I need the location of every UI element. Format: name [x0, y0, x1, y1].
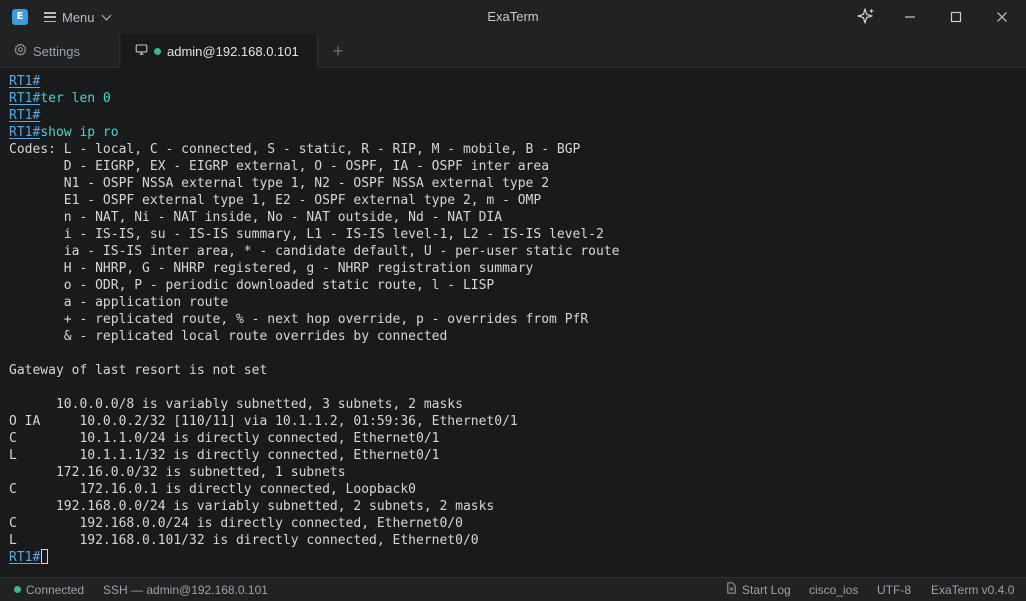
terminal-text: a - application route [9, 295, 229, 310]
terminal-text: i - IS-IS, su - IS-IS summary, L1 - IS-I… [9, 227, 604, 242]
terminal-line: C 172.16.0.1 is directly connected, Loop… [9, 481, 619, 498]
terminal-text: 172.16.0.0/32 is subnetted, 1 subnets [9, 465, 346, 480]
terminal-line: o - ODR, P - periodic downloaded static … [9, 277, 619, 294]
connection-status: Connected [14, 578, 84, 601]
terminal-line: Codes: L - local, C - connected, S - sta… [9, 141, 619, 158]
close-icon[interactable] [992, 7, 1012, 27]
terminal-line: a - application route [9, 294, 619, 311]
terminal-line: RT1# [9, 107, 619, 124]
tab-settings[interactable]: Settings [0, 34, 120, 68]
terminal-text: ia - IS-IS inter area, * - candidate def… [9, 244, 620, 259]
terminal-text: H - NHRP, G - NHRP registered, g - NHRP … [9, 261, 534, 276]
chevron-down-icon [101, 10, 111, 20]
terminal-text: E1 - OSPF external type 1, E2 - OSPF ext… [9, 193, 542, 208]
terminal-text: o - ODR, P - periodic downloaded static … [9, 278, 495, 293]
tab-bar: Settings admin@192.168.0.101 + [0, 34, 1026, 68]
terminal-cursor [41, 549, 49, 564]
terminal-text: L 192.168.0.101/32 is directly connected… [9, 533, 479, 548]
terminal-text: C 10.1.1.0/24 is directly connected, Eth… [9, 431, 440, 446]
monitor-icon [135, 43, 148, 59]
start-log-label: Start Log [742, 582, 791, 597]
encoding[interactable]: UTF-8 [877, 578, 911, 601]
terminal-text: N1 - OSPF NSSA external type 1, N2 - OSP… [9, 176, 550, 191]
sparkle-icon[interactable] [856, 7, 876, 27]
terminal-line: C 10.1.1.0/24 is directly connected, Eth… [9, 430, 619, 447]
terminal-text: L 10.1.1.1/32 is directly connected, Eth… [9, 448, 440, 463]
terminal-prompt: RT1# [9, 125, 41, 140]
terminal-prompt: RT1# [9, 74, 41, 89]
connection-status-label: Connected [26, 582, 85, 597]
terminal-prompt: RT1# [9, 108, 41, 123]
terminal-text: D - EIGRP, EX - EIGRP external, O - OSPF… [9, 159, 550, 174]
terminal-text: & - replicated local route overrides by … [9, 329, 448, 344]
tab-settings-label: Settings [33, 43, 80, 59]
terminal-line: H - NHRP, G - NHRP registered, g - NHRP … [9, 260, 619, 277]
terminal-text: + - replicated route, % - next hop overr… [9, 312, 589, 327]
minimize-icon[interactable] [900, 7, 920, 27]
terminal-line: 192.168.0.0/24 is variably subnetted, 2 … [9, 498, 619, 515]
terminal-line: 172.16.0.0/32 is subnetted, 1 subnets [9, 464, 619, 481]
terminal-line: RT1# [9, 73, 619, 90]
terminal-text: 10.0.0.0/8 is variably subnetted, 3 subn… [9, 397, 463, 412]
terminal-prompt: RT1# [9, 91, 41, 106]
maximize-icon[interactable] [946, 7, 966, 27]
app-window: E Menu ExaTerm Settings admin@192.168.0.… [0, 0, 1026, 601]
app-logo-icon[interactable]: E [12, 9, 28, 25]
terminal-text: O IA 10.0.0.2/32 [110/11] via 10.1.1.2, … [9, 414, 518, 429]
app-version: ExaTerm v0.4.0 [931, 582, 1015, 597]
terminal-line: N1 - OSPF NSSA external type 1, N2 - OSP… [9, 175, 619, 192]
terminal-prompt: RT1# [9, 550, 41, 565]
title-bar: E Menu ExaTerm [0, 0, 1026, 34]
connection-dot-icon [154, 47, 161, 55]
terminal-line: RT1# [9, 549, 619, 566]
terminal-line: L 192.168.0.101/32 is directly connected… [9, 532, 619, 549]
session-info: SSH — admin@192.168.0.101 [103, 582, 268, 597]
terminal-text: Gateway of last resort is not set [9, 363, 268, 378]
terminal-line: RT1#show ip ro [9, 124, 619, 141]
tab-session[interactable]: admin@192.168.0.101 [121, 34, 318, 68]
terminal-line: Gateway of last resort is not set [9, 362, 619, 379]
terminal-text: 192.168.0.0/24 is variably subnetted, 2 … [9, 499, 495, 514]
terminal-text: Codes: L - local, C - connected, S - sta… [9, 142, 581, 157]
status-dot-icon [14, 586, 21, 593]
terminal-line: D - EIGRP, EX - EIGRP external, O - OSPF… [9, 158, 619, 175]
terminal-line: O IA 10.0.0.2/32 [110/11] via 10.1.1.2, … [9, 413, 619, 430]
file-icon [726, 582, 737, 597]
terminal-line: RT1#ter len 0 [9, 90, 619, 107]
terminal-line: C 192.168.0.0/24 is directly connected, … [9, 515, 619, 532]
gear-icon [14, 43, 27, 59]
device-type[interactable]: cisco_ios [809, 578, 858, 601]
terminal-command: show ip ro [40, 125, 119, 140]
terminal-output[interactable]: RT1# RT1#ter len 0 RT1# RT1#show ip ro Codes… [0, 68, 1026, 577]
hamburger-icon [44, 12, 56, 22]
status-bar: Connected SSH — admin@192.168.0.101 Star… [0, 577, 1026, 601]
terminal-command: ter len 0 [40, 91, 111, 106]
terminal-line: ia - IS-IS inter area, * - candidate def… [9, 243, 620, 260]
menu-button[interactable]: Menu [44, 6, 111, 28]
terminal-line: n - NAT, Ni - NAT inside, No - NAT outsi… [9, 209, 619, 226]
start-log-button[interactable]: Start Log [726, 578, 791, 601]
terminal-line: & - replicated local route overrides by … [9, 328, 619, 345]
terminal-line: i - IS-IS, su - IS-IS summary, L1 - IS-I… [9, 226, 619, 243]
menu-label: Menu [62, 9, 95, 25]
terminal-line: + - replicated route, % - next hop overr… [9, 311, 619, 328]
terminal-lines: RT1# RT1#ter len 0 RT1# RT1#show ip ro Codes… [9, 73, 619, 566]
terminal-line: 10.0.0.0/8 is variably subnetted, 3 subn… [9, 396, 619, 413]
tab-session-label: admin@192.168.0.101 [167, 43, 299, 59]
new-tab-button[interactable]: + [328, 41, 348, 61]
terminal-line: L 10.1.1.1/32 is directly connected, Eth… [9, 447, 619, 464]
terminal-text: C 172.16.0.1 is directly connected, Loop… [9, 482, 416, 497]
terminal-text: C 192.168.0.0/24 is directly connected, … [9, 516, 463, 531]
terminal-text: n - NAT, Ni - NAT inside, No - NAT outsi… [9, 210, 503, 225]
terminal-line: E1 - OSPF external type 1, E2 - OSPF ext… [9, 192, 619, 209]
